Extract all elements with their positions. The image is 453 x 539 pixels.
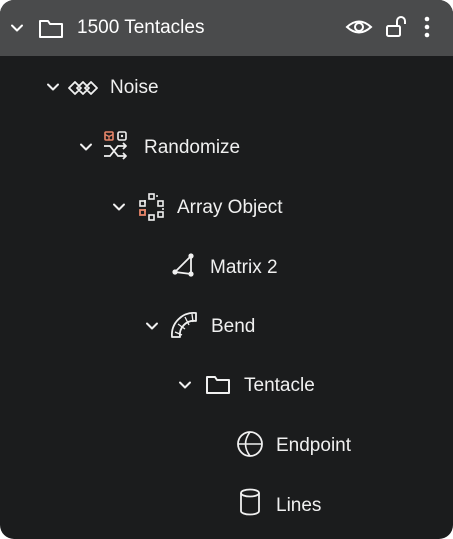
tree-item-bend[interactable]: Bend <box>0 303 453 351</box>
group-title: 1500 Tentacles <box>77 17 205 38</box>
unlock-icon[interactable] <box>382 12 412 42</box>
folder-icon <box>39 20 63 38</box>
tree-item-label: Noise <box>110 77 159 98</box>
tree-item-array-object[interactable]: Array Object <box>0 184 453 232</box>
tree-item-randomize[interactable]: Randomize <box>0 124 453 172</box>
tree-item-label: Bend <box>211 316 256 337</box>
tree-item-tentacle[interactable]: Tentacle <box>0 362 453 410</box>
chevron-down-icon[interactable] <box>110 198 128 216</box>
cylinder-icon <box>240 488 260 516</box>
noise-icon <box>68 81 98 95</box>
tree-item-label: Tentacle <box>244 375 315 396</box>
tree-item-lines[interactable]: Lines <box>0 482 453 530</box>
folder-icon <box>206 376 230 394</box>
array-object-icon <box>139 193 164 221</box>
chevron-down-icon[interactable] <box>77 138 95 156</box>
tree-item-label: Array Object <box>177 197 283 218</box>
chevron-down-icon[interactable] <box>176 376 194 394</box>
sphere-icon <box>237 431 263 457</box>
tree-item-noise[interactable]: Noise <box>0 64 453 112</box>
tree-item-endpoint[interactable]: Endpoint <box>0 422 453 470</box>
chevron-down-icon[interactable] <box>143 317 161 335</box>
tree-item-matrix-2[interactable]: Matrix 2 <box>0 244 453 292</box>
tree-item-label: Matrix 2 <box>210 257 278 278</box>
tree-item-label: Endpoint <box>276 435 352 456</box>
matrix-icon <box>172 253 194 277</box>
more-vert-icon[interactable] <box>412 12 442 42</box>
chevron-down-icon[interactable] <box>8 19 26 37</box>
chevron-down-icon[interactable] <box>44 78 62 96</box>
object-tree-panel: 1500 Tentacles Noise Randomize Array Obj… <box>0 0 453 539</box>
tree-item-label: Randomize <box>144 137 241 158</box>
eye-icon[interactable] <box>344 12 374 42</box>
group-header[interactable]: 1500 Tentacles <box>0 0 453 56</box>
tree-item-label: Lines <box>276 495 322 516</box>
bend-icon <box>171 312 197 338</box>
randomize-icon <box>104 131 127 160</box>
